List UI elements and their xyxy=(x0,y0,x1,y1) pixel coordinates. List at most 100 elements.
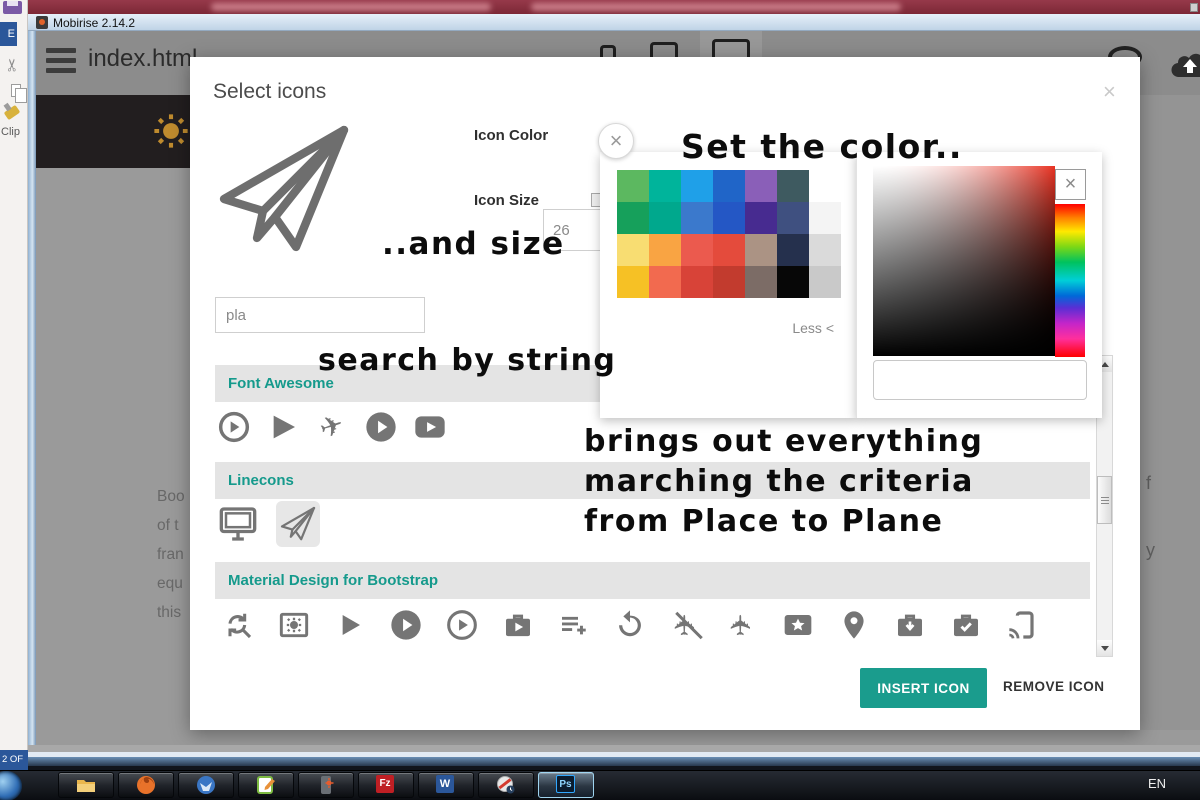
taskbar-item-thunderbird[interactable] xyxy=(178,772,234,798)
work-download-icon[interactable] xyxy=(892,605,928,645)
palette-swatch[interactable] xyxy=(649,170,681,202)
icon-search-input[interactable] xyxy=(215,297,425,333)
editor-icon xyxy=(256,775,276,795)
play-circle-outline-icon[interactable] xyxy=(444,605,480,645)
dialog-close-icon[interactable]: × xyxy=(1103,79,1116,105)
palette-swatch[interactable] xyxy=(777,266,809,298)
taskbar-item-mobirise[interactable] xyxy=(298,772,354,798)
plane-icon[interactable]: ✈ xyxy=(314,407,350,447)
play-circle-icon[interactable] xyxy=(363,407,399,447)
annotation-line3: from Place to Plane xyxy=(584,504,943,539)
palette-swatch[interactable] xyxy=(681,202,713,234)
scroll-down-button[interactable] xyxy=(1097,640,1112,656)
find-replace-icon[interactable] xyxy=(220,605,256,645)
device-tablet-icon[interactable] xyxy=(650,42,678,57)
palette-swatch[interactable] xyxy=(617,266,649,298)
taskbar-item-firefox[interactable] xyxy=(118,772,174,798)
photoshop-icon: Ps xyxy=(556,775,576,795)
remove-icon-button[interactable]: REMOVE ICON xyxy=(1003,679,1105,694)
picker-close-icon[interactable]: × xyxy=(1055,169,1086,200)
local-activity-icon[interactable] xyxy=(780,605,816,645)
word-titlebar xyxy=(26,0,1200,14)
palette-swatch[interactable] xyxy=(649,266,681,298)
display-icon[interactable] xyxy=(216,501,260,547)
cut-icon[interactable]: ✂ xyxy=(3,58,23,72)
taskbar-item-explorer[interactable] xyxy=(58,772,114,798)
paper-plane-icon[interactable] xyxy=(276,501,320,547)
place-pin-icon[interactable] xyxy=(836,605,872,645)
palette-swatch[interactable] xyxy=(777,234,809,266)
current-page-name[interactable]: index.html xyxy=(88,45,197,73)
palette-swatch[interactable] xyxy=(809,170,841,202)
save-icon[interactable] xyxy=(3,1,22,14)
taskbar-item-filezilla[interactable]: Fz xyxy=(358,772,414,798)
palette-swatch[interactable] xyxy=(713,234,745,266)
palette-swatch[interactable] xyxy=(649,234,681,266)
play-arrow-icon[interactable] xyxy=(332,605,368,645)
play-circle-o-icon[interactable] xyxy=(216,407,252,447)
taskbar-item-editor[interactable] xyxy=(238,772,294,798)
color-value-input[interactable] xyxy=(873,360,1087,400)
device-desktop-icon[interactable] xyxy=(712,39,750,57)
section-label: Linecons xyxy=(228,472,294,489)
palette-close-icon[interactable]: × xyxy=(598,123,634,159)
palette-swatch[interactable] xyxy=(745,234,777,266)
palette-swatch[interactable] xyxy=(681,266,713,298)
image-sun-icon[interactable] xyxy=(276,605,312,645)
scroll-thumb[interactable] xyxy=(1097,476,1112,524)
hue-slider[interactable] xyxy=(1055,204,1085,357)
page-text-fragment-f: f xyxy=(1146,473,1151,494)
page-text-fragment-y: y xyxy=(1146,540,1155,561)
word-file-tab-fragment[interactable]: E xyxy=(0,22,17,46)
airplane-off-icon[interactable]: ✈ xyxy=(668,605,704,645)
color-palette-grid xyxy=(617,170,841,298)
palette-swatch[interactable] xyxy=(713,202,745,234)
insert-icon-button[interactable]: INSERT ICON xyxy=(860,668,987,708)
youtube-play-icon[interactable] xyxy=(412,407,448,447)
word-ribbon-sliver: E ✂ Clip xyxy=(0,0,28,770)
publish-cloud-icon[interactable] xyxy=(1166,46,1200,82)
word-window-controls-fragment[interactable] xyxy=(1190,3,1198,12)
palette-swatch[interactable] xyxy=(681,170,713,202)
annotation-line1: brings out everything xyxy=(584,424,983,459)
taskbar-item-word[interactable]: W xyxy=(418,772,474,798)
copy-icon[interactable] xyxy=(11,84,21,97)
app-titlebar[interactable] xyxy=(28,14,1200,31)
palette-swatch[interactable] xyxy=(809,234,841,266)
playlist-add-icon[interactable] xyxy=(556,605,592,645)
palette-swatch[interactable] xyxy=(617,202,649,234)
palette-swatch[interactable] xyxy=(713,266,745,298)
word-status-bar: 2 OF xyxy=(0,750,28,770)
word-doc-title-blurred xyxy=(211,3,491,11)
tap-and-play-icon[interactable] xyxy=(1004,605,1040,645)
palette-swatch[interactable] xyxy=(809,266,841,298)
palette-swatch[interactable] xyxy=(617,234,649,266)
taskbar-item-photoshop[interactable]: Ps xyxy=(538,772,594,798)
device-phone-icon[interactable] xyxy=(600,45,616,57)
replay-icon[interactable] xyxy=(612,605,648,645)
palette-swatch[interactable] xyxy=(777,170,809,202)
palette-swatch[interactable] xyxy=(745,170,777,202)
play-circle-filled-icon[interactable] xyxy=(388,605,424,645)
palette-swatch[interactable] xyxy=(713,170,745,202)
taskbar-item-recorder[interactable] xyxy=(478,772,534,798)
saturation-value-square[interactable] xyxy=(873,166,1055,356)
work-play-icon[interactable] xyxy=(500,605,536,645)
material-icons-row: ✈✈ xyxy=(220,605,1040,645)
palette-swatch[interactable] xyxy=(649,202,681,234)
thunderbird-icon xyxy=(196,775,216,795)
airplane-icon[interactable]: ✈ xyxy=(724,605,760,645)
format-painter-icon[interactable] xyxy=(4,105,21,120)
palette-swatch[interactable] xyxy=(745,266,777,298)
palette-swatch[interactable] xyxy=(809,202,841,234)
palette-swatch[interactable] xyxy=(617,170,649,202)
work-check-icon[interactable] xyxy=(948,605,984,645)
word-activation-text-blurred xyxy=(531,3,901,11)
less-toggle[interactable]: Less < xyxy=(792,320,834,336)
palette-swatch[interactable] xyxy=(681,234,713,266)
palette-swatch[interactable] xyxy=(777,202,809,234)
palette-swatch[interactable] xyxy=(745,202,777,234)
page-backdrop-right xyxy=(1140,95,1200,745)
menu-icon[interactable] xyxy=(46,48,76,78)
play-icon[interactable] xyxy=(265,407,301,447)
